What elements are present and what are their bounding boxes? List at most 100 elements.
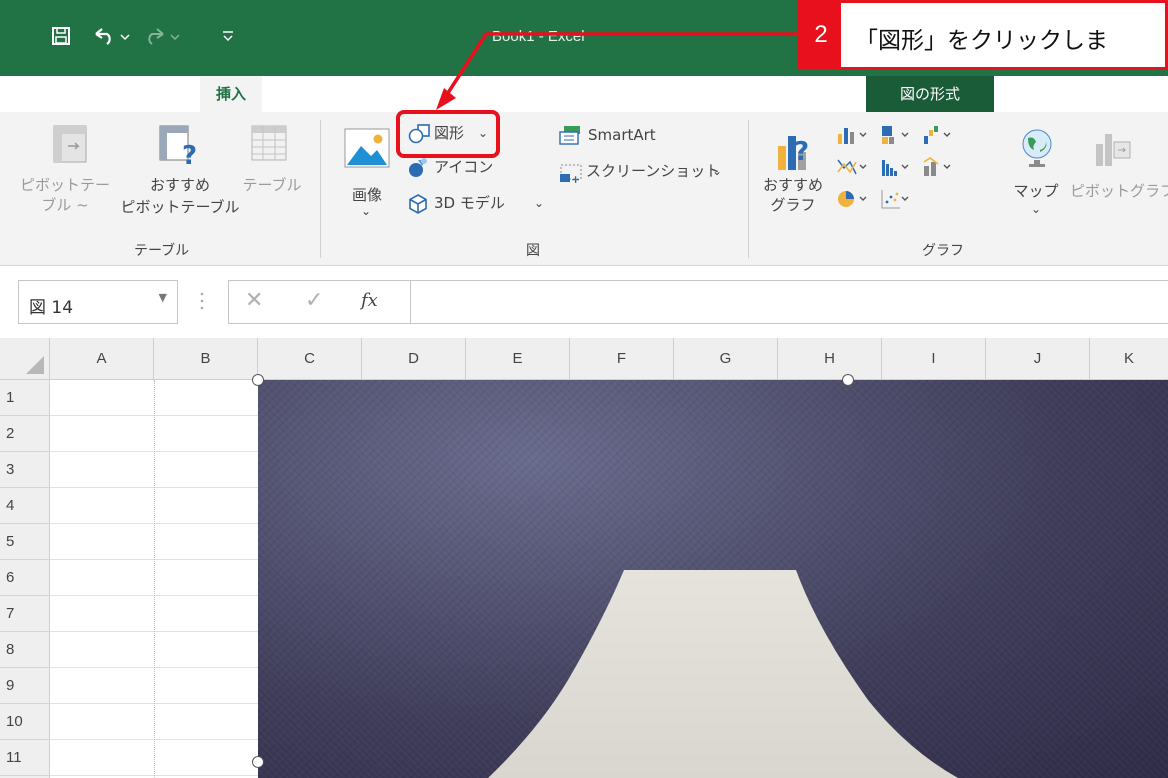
- insert-function-icon[interactable]: fx: [361, 290, 378, 311]
- enter-icon[interactable]: ✓: [305, 288, 323, 313]
- customize-qat-icon[interactable]: [218, 22, 238, 50]
- inserted-picture[interactable]: [258, 380, 1168, 778]
- svg-text:+: +: [571, 173, 580, 184]
- table-label[interactable]: テーブル: [236, 176, 308, 194]
- column-header[interactable]: D: [362, 338, 466, 380]
- name-box-dropdown-icon[interactable]: ▼: [159, 291, 167, 304]
- 3d-models-button[interactable]: 3D モデル: [434, 194, 505, 212]
- recommended-pivot-label-1[interactable]: おすすめ: [128, 176, 232, 194]
- shapes-highlight-box: [396, 110, 500, 158]
- column-header[interactable]: F: [570, 338, 674, 380]
- row-header[interactable]: 7: [0, 596, 50, 632]
- formula-input[interactable]: [410, 280, 1168, 324]
- statistic-chart-icon[interactable]: [880, 156, 914, 182]
- waterfall-chart-icon[interactable]: [922, 124, 956, 150]
- pivot-table-icon[interactable]: [52, 124, 88, 168]
- 3d-models-dropdown-icon[interactable]: ⌄: [534, 194, 544, 212]
- column-header[interactable]: I: [882, 338, 986, 380]
- tab-formulas[interactable]: 数式: [470, 76, 500, 112]
- pie-chart-icon[interactable]: [836, 188, 870, 214]
- column-header[interactable]: E: [466, 338, 570, 380]
- screenshot-button[interactable]: スクリーンショット: [586, 162, 720, 180]
- redo-icon[interactable]: [140, 22, 186, 50]
- undo-icon[interactable]: [88, 22, 134, 50]
- row-header[interactable]: 2: [0, 416, 50, 452]
- column-header[interactable]: B: [154, 338, 258, 380]
- 3d-models-icon[interactable]: [406, 192, 430, 220]
- icons-button[interactable]: アイコン: [434, 158, 493, 176]
- resize-handle[interactable]: [252, 756, 264, 768]
- group-illustrations-label: 図: [526, 243, 540, 259]
- group-separator: [748, 120, 749, 258]
- recommended-charts-icon[interactable]: ?: [776, 126, 816, 176]
- recommended-pivot-icon[interactable]: ?: [158, 124, 202, 171]
- recommended-charts-label-1[interactable]: おすすめ: [760, 176, 826, 194]
- tab-help[interactable]: ヘルプ: [800, 76, 845, 112]
- tab-insert[interactable]: 挿入: [200, 76, 262, 112]
- group-tables-label: テーブル: [134, 243, 190, 259]
- screenshot-icon[interactable]: +: [558, 162, 584, 188]
- table-icon[interactable]: [250, 124, 288, 168]
- column-header[interactable]: C: [258, 338, 362, 380]
- hierarchy-chart-icon[interactable]: [880, 124, 914, 150]
- map-icon[interactable]: [1018, 128, 1056, 174]
- step-number: 2: [801, 3, 841, 67]
- column-header[interactable]: J: [986, 338, 1090, 380]
- pivot-chart-label[interactable]: ピボットグラフ: [1070, 182, 1168, 200]
- formula-bar-grip-icon[interactable]: [200, 288, 204, 314]
- column-header[interactable]: K: [1090, 338, 1168, 380]
- ribbon: ピボットテー ブル ~ ? おすすめ ピボットテーブル テーブル テーブル 画像…: [0, 112, 1168, 266]
- picture-icon[interactable]: [344, 128, 390, 172]
- row-headers: 1 2 3 4 5 6 7 8 9 10 11: [0, 380, 50, 778]
- tell-me-icon[interactable]: [1016, 76, 1032, 112]
- row-header[interactable]: 3: [0, 452, 50, 488]
- name-box-value: 図 14: [29, 298, 74, 318]
- row-header[interactable]: 4: [0, 488, 50, 524]
- column-header[interactable]: A: [50, 338, 154, 380]
- recommended-pivot-label-2[interactable]: ピボットテーブル: [118, 198, 242, 216]
- ribbon-tabs: ファイル ホーム 挿入 ページ レイアウト 数式 データ 校閲 表示 ヘルプ 図…: [0, 76, 1168, 112]
- tab-data[interactable]: データ: [552, 76, 597, 112]
- tab-home[interactable]: ホーム: [126, 76, 171, 112]
- row-header[interactable]: 1: [0, 380, 50, 416]
- row-header[interactable]: 5: [0, 524, 50, 560]
- pivot-table-label-2[interactable]: ブル ~: [20, 196, 110, 214]
- map-dropdown-icon[interactable]: ⌄: [1028, 200, 1044, 218]
- pivot-table-label-1[interactable]: ピボットテー: [20, 176, 110, 194]
- combo-chart-icon[interactable]: [922, 156, 956, 182]
- save-icon[interactable]: [46, 22, 76, 50]
- row-header[interactable]: 8: [0, 632, 50, 668]
- row-header[interactable]: 10: [0, 704, 50, 740]
- select-all-button[interactable]: [0, 338, 50, 380]
- instruction-text: 「図形」をクリックしま: [855, 28, 1108, 54]
- tab-page-layout[interactable]: ページ レイアウト: [290, 76, 414, 112]
- line-chart-icon[interactable]: [836, 156, 870, 182]
- smartart-icon[interactable]: [558, 124, 584, 150]
- column-header[interactable]: H: [778, 338, 882, 380]
- pivot-chart-icon[interactable]: [1094, 128, 1134, 172]
- row-header[interactable]: 11: [0, 740, 50, 776]
- cell-grid[interactable]: [50, 380, 260, 778]
- resize-handle[interactable]: [252, 374, 264, 386]
- picture-dropdown-icon[interactable]: ⌄: [356, 202, 376, 220]
- screenshot-dropdown-icon[interactable]: ⌄: [712, 162, 722, 180]
- tab-picture-format[interactable]: 図の形式: [866, 76, 994, 112]
- row-header[interactable]: 9: [0, 668, 50, 704]
- scatter-chart-icon[interactable]: [880, 188, 914, 214]
- tab-view[interactable]: 表示: [722, 76, 752, 112]
- resize-handle[interactable]: [842, 374, 854, 386]
- cancel-icon[interactable]: ✕: [245, 288, 263, 313]
- formula-bar: 図 14 ▼ ✕ ✓ fx: [0, 266, 1168, 338]
- recommended-charts-label-2[interactable]: グラフ: [760, 196, 826, 214]
- instruction-callout: 2 「図形」をクリックしま: [798, 0, 1168, 70]
- name-box[interactable]: 図 14 ▼: [18, 280, 178, 324]
- smartart-button[interactable]: SmartArt: [588, 126, 656, 144]
- column-header[interactable]: G: [674, 338, 778, 380]
- icons-icon[interactable]: [406, 156, 430, 184]
- map-label[interactable]: マップ: [1012, 182, 1060, 200]
- column-chart-icon[interactable]: [836, 124, 870, 150]
- row-header[interactable]: 6: [0, 560, 50, 596]
- tell-me-search[interactable]: 何をしますか: [1042, 76, 1132, 112]
- tab-file[interactable]: ファイル: [14, 76, 74, 112]
- tab-review[interactable]: 校閲: [640, 76, 670, 112]
